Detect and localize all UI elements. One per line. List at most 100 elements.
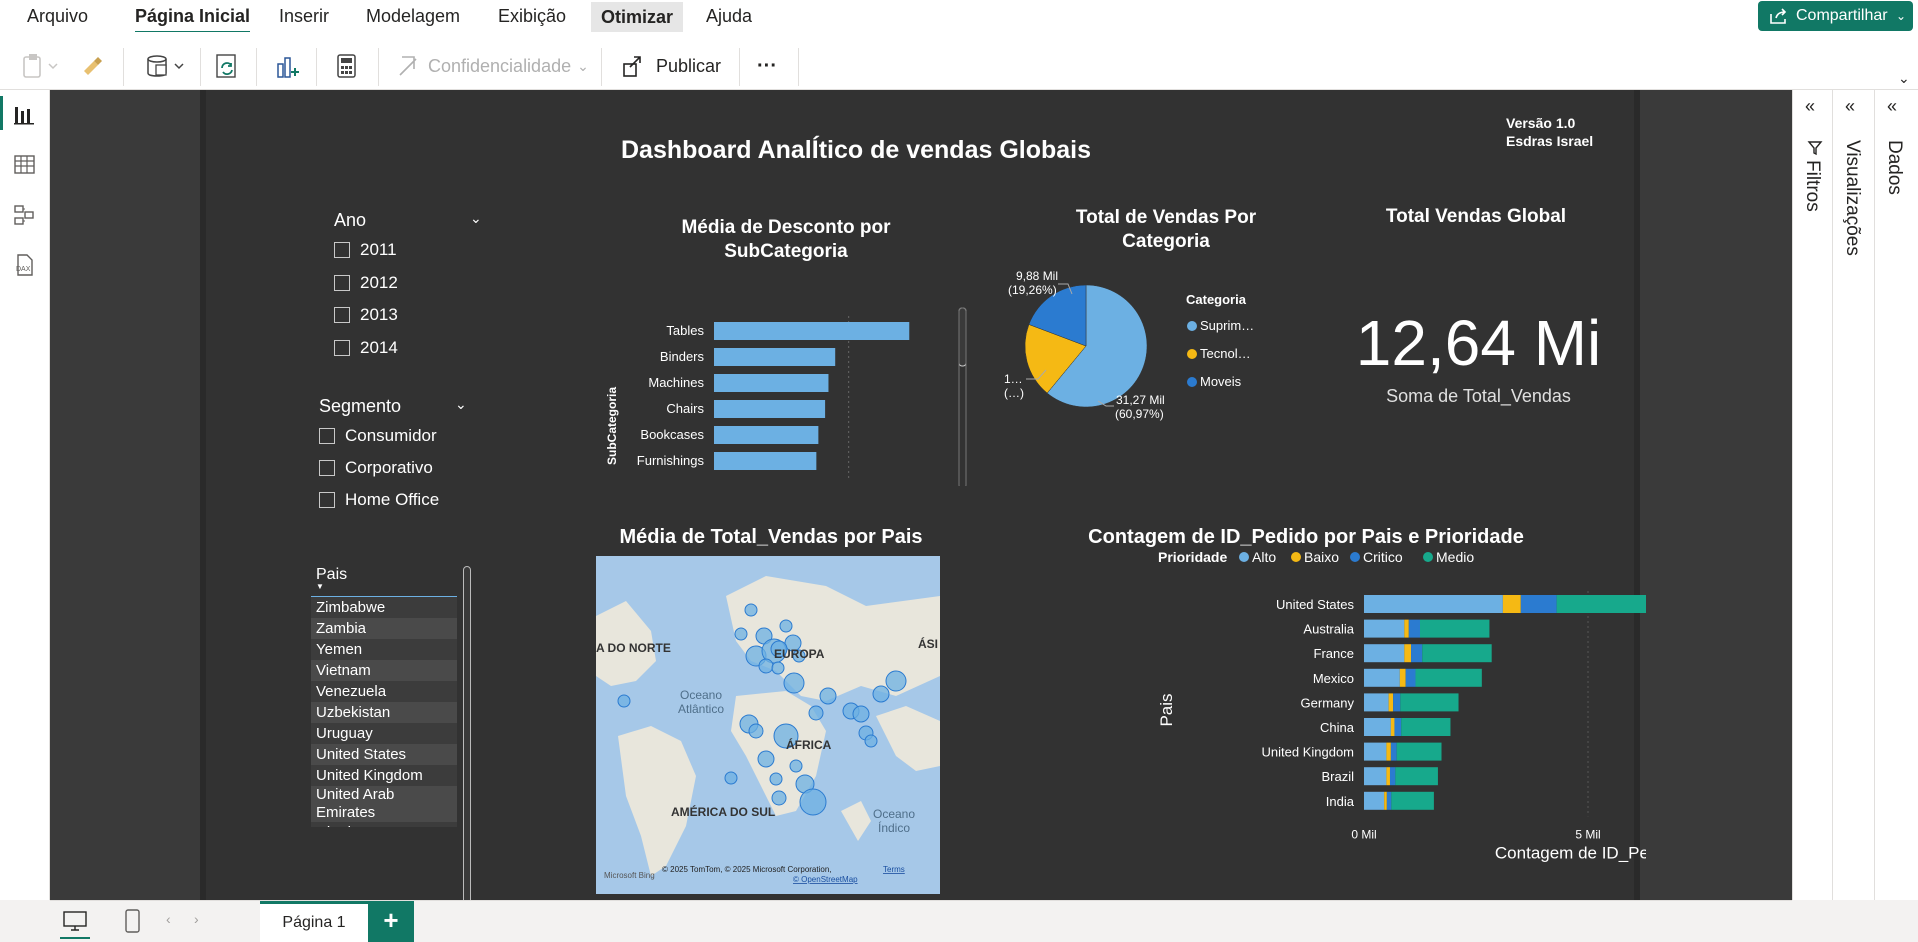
tab-modelagem[interactable]: Modelagem: [366, 6, 460, 31]
filters-pane[interactable]: « Filtros: [1792, 90, 1832, 900]
map-bubble[interactable]: [779, 619, 793, 633]
legend-entry[interactable]: Alto: [1252, 552, 1276, 565]
model-view-icon[interactable]: [12, 202, 38, 228]
bar-segment[interactable]: [1364, 718, 1391, 736]
pais-list-item[interactable]: Uruguay: [311, 723, 457, 744]
slicer-option[interactable]: 2011: [334, 240, 397, 260]
legend-entry[interactable]: Suprim…: [1200, 318, 1254, 333]
bar[interactable]: [714, 426, 819, 444]
bar-segment[interactable]: [1408, 619, 1420, 638]
checkbox[interactable]: [334, 275, 350, 291]
bar-segment[interactable]: [1396, 742, 1442, 761]
pais-list-item[interactable]: Venezuela: [311, 681, 457, 702]
bar-segment[interactable]: [1364, 644, 1405, 663]
map-bubble[interactable]: [864, 734, 878, 748]
tab-arquivo[interactable]: Arquivo: [27, 6, 88, 31]
slicer-option[interactable]: Home Office: [319, 490, 439, 510]
bar-segment[interactable]: [1386, 742, 1391, 761]
bar[interactable]: [714, 374, 829, 392]
collapse-icon[interactable]: «: [1845, 96, 1855, 117]
checkbox[interactable]: [319, 460, 335, 476]
data-pane[interactable]: « Dados: [1874, 90, 1914, 900]
bar-segment[interactable]: [1401, 718, 1451, 736]
map-bubble[interactable]: [885, 670, 907, 692]
bar-segment[interactable]: [1404, 619, 1409, 638]
bar-segment[interactable]: [1422, 644, 1492, 663]
table-view-icon[interactable]: [12, 152, 38, 178]
legend-entry[interactable]: Baixo: [1304, 552, 1339, 565]
map-bubble[interactable]: [617, 694, 631, 708]
refresh-button[interactable]: [213, 50, 241, 82]
map-bubble[interactable]: [852, 705, 870, 723]
mobile-layout-icon[interactable]: [124, 908, 142, 934]
bar-segment[interactable]: [1364, 619, 1405, 638]
bar-segment[interactable]: [1364, 693, 1389, 712]
bar-segment[interactable]: [1415, 668, 1482, 687]
bar-segment[interactable]: [1394, 718, 1402, 736]
sensitivity-button[interactable]: Confidencialidade ⌄: [396, 50, 589, 82]
bar[interactable]: [714, 322, 910, 340]
bar-segment[interactable]: [1411, 644, 1423, 663]
bar-segment[interactable]: [1364, 668, 1400, 687]
pais-list-item[interactable]: Zimbabwe: [311, 597, 457, 618]
checkbox[interactable]: [319, 492, 335, 508]
slicer-option[interactable]: Corporativo: [319, 458, 433, 478]
bar-segment[interactable]: [1420, 619, 1490, 638]
map-bubble[interactable]: [758, 658, 774, 674]
legend-entry[interactable]: Medio: [1436, 552, 1474, 565]
tab-inserir[interactable]: Inserir: [279, 6, 329, 31]
format-painter-button[interactable]: [80, 50, 106, 82]
bar-segment[interactable]: [1395, 767, 1438, 786]
bar-segment[interactable]: [1389, 767, 1396, 786]
bar-segment[interactable]: [1502, 595, 1521, 613]
slicer-option[interactable]: 2013: [334, 305, 398, 325]
collapse-icon[interactable]: «: [1887, 96, 1897, 117]
add-page-button[interactable]: +: [368, 901, 414, 942]
map-bubble[interactable]: [748, 723, 764, 739]
checkbox[interactable]: [319, 428, 335, 444]
report-view-icon[interactable]: [12, 102, 38, 128]
collapse-ribbon-icon[interactable]: ⌄: [1898, 70, 1910, 87]
checkbox[interactable]: [334, 340, 350, 356]
bar-segment[interactable]: [1399, 668, 1406, 687]
bar[interactable]: [714, 348, 836, 366]
scrollbar[interactable]: [463, 566, 471, 932]
share-button[interactable]: Compartilhar ⌄: [1758, 1, 1913, 31]
bar-segment[interactable]: [1384, 791, 1387, 810]
bar-segment[interactable]: [1556, 595, 1646, 613]
pais-list-item[interactable]: United States: [311, 744, 457, 765]
legend-entry[interactable]: Tecnol…: [1200, 346, 1251, 361]
calculation-button[interactable]: [334, 50, 360, 82]
bar-segment[interactable]: [1400, 693, 1459, 712]
pais-list-item[interactable]: Yemen: [311, 639, 457, 660]
map-bubble[interactable]: [808, 705, 824, 721]
prev-page-icon[interactable]: ‹: [166, 911, 171, 927]
pais-list-item[interactable]: Zambia: [311, 618, 457, 639]
pais-list-item[interactable]: United Kingdom: [311, 765, 457, 786]
pais-list-item[interactable]: Uzbekistan: [311, 702, 457, 723]
pais-list-item[interactable]: Ukraine: [311, 822, 457, 827]
bar-segment[interactable]: [1404, 644, 1412, 663]
legend-entry[interactable]: Critico: [1363, 552, 1403, 565]
map-bubble[interactable]: [819, 687, 837, 705]
map-bubble[interactable]: [757, 750, 775, 768]
chevron-down-icon[interactable]: ⌄: [470, 210, 482, 227]
map-canvas[interactable]: A DO NORTE EUROPA ÁSI AMÉRICA DO SUL ÁFR…: [596, 556, 940, 894]
slicer-option[interactable]: 2014: [334, 338, 398, 358]
map-bubble[interactable]: [734, 627, 748, 641]
new-visual-button[interactable]: [274, 50, 302, 82]
pais-list-item[interactable]: Vietnam: [311, 660, 457, 681]
map-osm-link[interactable]: © OpenStreetMap: [793, 875, 858, 884]
scrollbar[interactable]: [958, 307, 967, 367]
paste-button[interactable]: [20, 50, 60, 82]
page-tab[interactable]: Página 1: [260, 901, 368, 942]
get-data-button[interactable]: [144, 50, 190, 82]
desktop-layout-icon[interactable]: [62, 910, 88, 932]
bar-segment[interactable]: [1391, 791, 1434, 810]
bar-segment[interactable]: [1393, 693, 1401, 712]
tab-pagina-inicial[interactable]: Página Inicial: [135, 6, 251, 33]
bar-segment[interactable]: [1390, 718, 1395, 736]
map-bubble[interactable]: [783, 672, 805, 694]
checkbox[interactable]: [334, 307, 350, 323]
bar-segment[interactable]: [1364, 595, 1503, 613]
